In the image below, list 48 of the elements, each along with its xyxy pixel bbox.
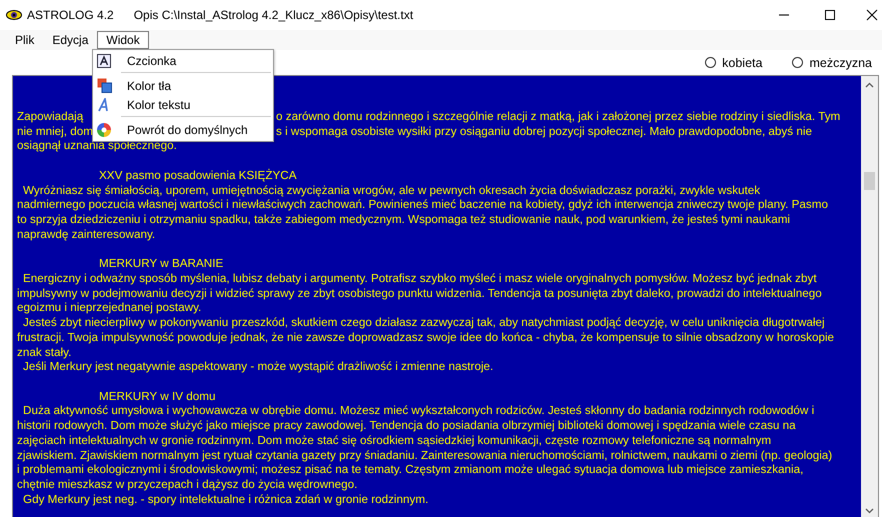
text-line: frustracji. Twoja impulsywność powoduje jednak, że nie zawsze doprowadzasz swoje idee do końca - chyba, że kompensuje to silnie obsadzony w horoskopie [17,330,834,346]
text-line: osiągnął uznania społecznego. [17,139,177,154]
section-heading: MERKURY w IV domu [99,390,216,404]
menu-option[interactable]: Kolor tła [93,76,273,95]
text-line: Gdy Merkury jest neg. - spory intelektualne i różnica zdań w gronie rodzinnym. [23,492,428,508]
font-icon [97,54,111,68]
text-line: impulsywny w podejmowaniu decyzji i widzieć sprawy ze zbyt osobistego punktu widzenia. Tendencja ta posunięta zbyt daleko, prowadzi do intelektualnego [17,286,822,302]
section-heading: MERKURY w BARANIE [99,257,224,272]
text-line: egoizmu i nieprzejednanej postawy. [17,301,202,316]
scroll-thumb[interactable] [864,172,875,190]
text-line: Jeśli Merkury jest negatywnie aspektowany - może wystąpić drażliwość i zmienne nastroje. [23,360,494,375]
section-heading: XXV pasmo posadowienia KSIĘŻYCA [99,168,296,184]
scroll-up-icon[interactable] [865,82,874,88]
text-line: Energiczny i odważny sposób myślenia, lubisz debaty i argumenty. Potrafisz szybko myśleć i masz wiele oryginalnych pomysłów. Możesz być jednak zbyt [23,272,817,287]
scrollbar[interactable] [861,76,878,517]
menu-option[interactable]: Powrót do domyślnych [93,120,273,139]
text-line: zjawiskiem. Zjawiskiem normalnym jest rytuał czytania gazety przy śniadaniu. Zainteresowania nieruchomościami, rolnictwem, naukami o ziemi (np. geologia) [17,448,832,464]
menu-item[interactable]: Widok [97,31,149,49]
text-line: i problemami ekologicznymi i środowiskowymi; możesz pisać na te tematy. Częstym zmianom może ulegać sytuacja domowa lub miejsce zamieszkania, [17,463,804,478]
radio-option[interactable]: meżczyzna [792,56,872,70]
menu-item[interactable]: Edycja [43,31,98,49]
window-title: Opis C:\Instal_AStrolog 4.2_Klucz_x86\Opisy\test.txt [134,8,414,22]
text-line: Duża aktywność umysłowa i wychowawcza w obrębie domu. Możesz mieć wykształconych rodziców. Jesteś skłonny do badania rodzinnych rodowodów i [23,404,814,420]
text-line: s i wspomaga osobiste wysiłki przy osiąganiu dobrej pozycji społecznej. Mało prawdopodobne, abyś nie [276,124,812,140]
menu-option[interactable]: Kolor tekstu [93,95,273,114]
text-color-icon [97,98,111,112]
color-squares-icon [97,78,112,93]
scroll-down-icon[interactable] [865,508,874,514]
text-line: nie mniej, dom [17,124,94,138]
text-line: o zarówno domu rodzinnego i szczególnie relacji z matką, jak i założonej przez siebie rodziny i siedliska. Tym [276,110,840,125]
menu-option[interactable]: Czcionka [93,51,273,70]
app-name: ASTROLOG 4.2 [27,8,114,22]
text-line: nadmiernego poczucia własnej wartości i niewłaściwych zachowań. Powinieneś mieć baczenie na kobiety, gdyż ich interwencja zniweczy twoje plany. Pasmo [17,198,828,214]
radio-option[interactable]: kobieta [705,56,762,70]
text-line: chętnie mieszkasz w przyczepach i dążysz do życia wędrownego. [17,478,358,493]
maximize-icon[interactable] [824,9,836,21]
text-line: znak stały. [17,346,72,360]
text-line: naprawdę zainteresowany. [17,228,156,242]
text-line: Zapowiadają [17,110,84,123]
text-line: Wyróżniasz się śmiałością, uporem, umiejętnością zwyciężania wrogów, ale w pewnych okresach życia doświadczasz porażki, zwykle wskutek [23,184,760,198]
menu-item[interactable]: Plik [6,31,44,49]
eye-icon [6,10,22,20]
text-line: to sprzyja dziedziczeniu i otrzymaniu spadku, także zabiegom medycznym. Wspomaga też studiowanie nauk, pod warunkiem, że jesteś tymi naukami [17,213,790,228]
text-line: zajęciach intelektualnych w gronie rodzinnym. Dom może stać się ośrodkiem sąsiedzkiej komunikacji, częste rozmowy telefoniczne są normalnym [17,434,772,449]
text-line: historii rodowych. Dom może służyć jako miejsce pracy zawodowej. Tendencja do posiadania olbrzymiej biblioteki domowej i spędzania wiele czasu na [17,419,796,434]
text-line: Jesteś zbyt niecierpliwy w pokonywaniu przeszkód, skutkiem czego działasz zazwyczaj tak, aby natychmiast podjąć decyzję, w celu uniknięcia długotrwałej [23,316,825,331]
close-icon[interactable] [866,9,878,21]
color-wheel-icon [97,122,111,136]
